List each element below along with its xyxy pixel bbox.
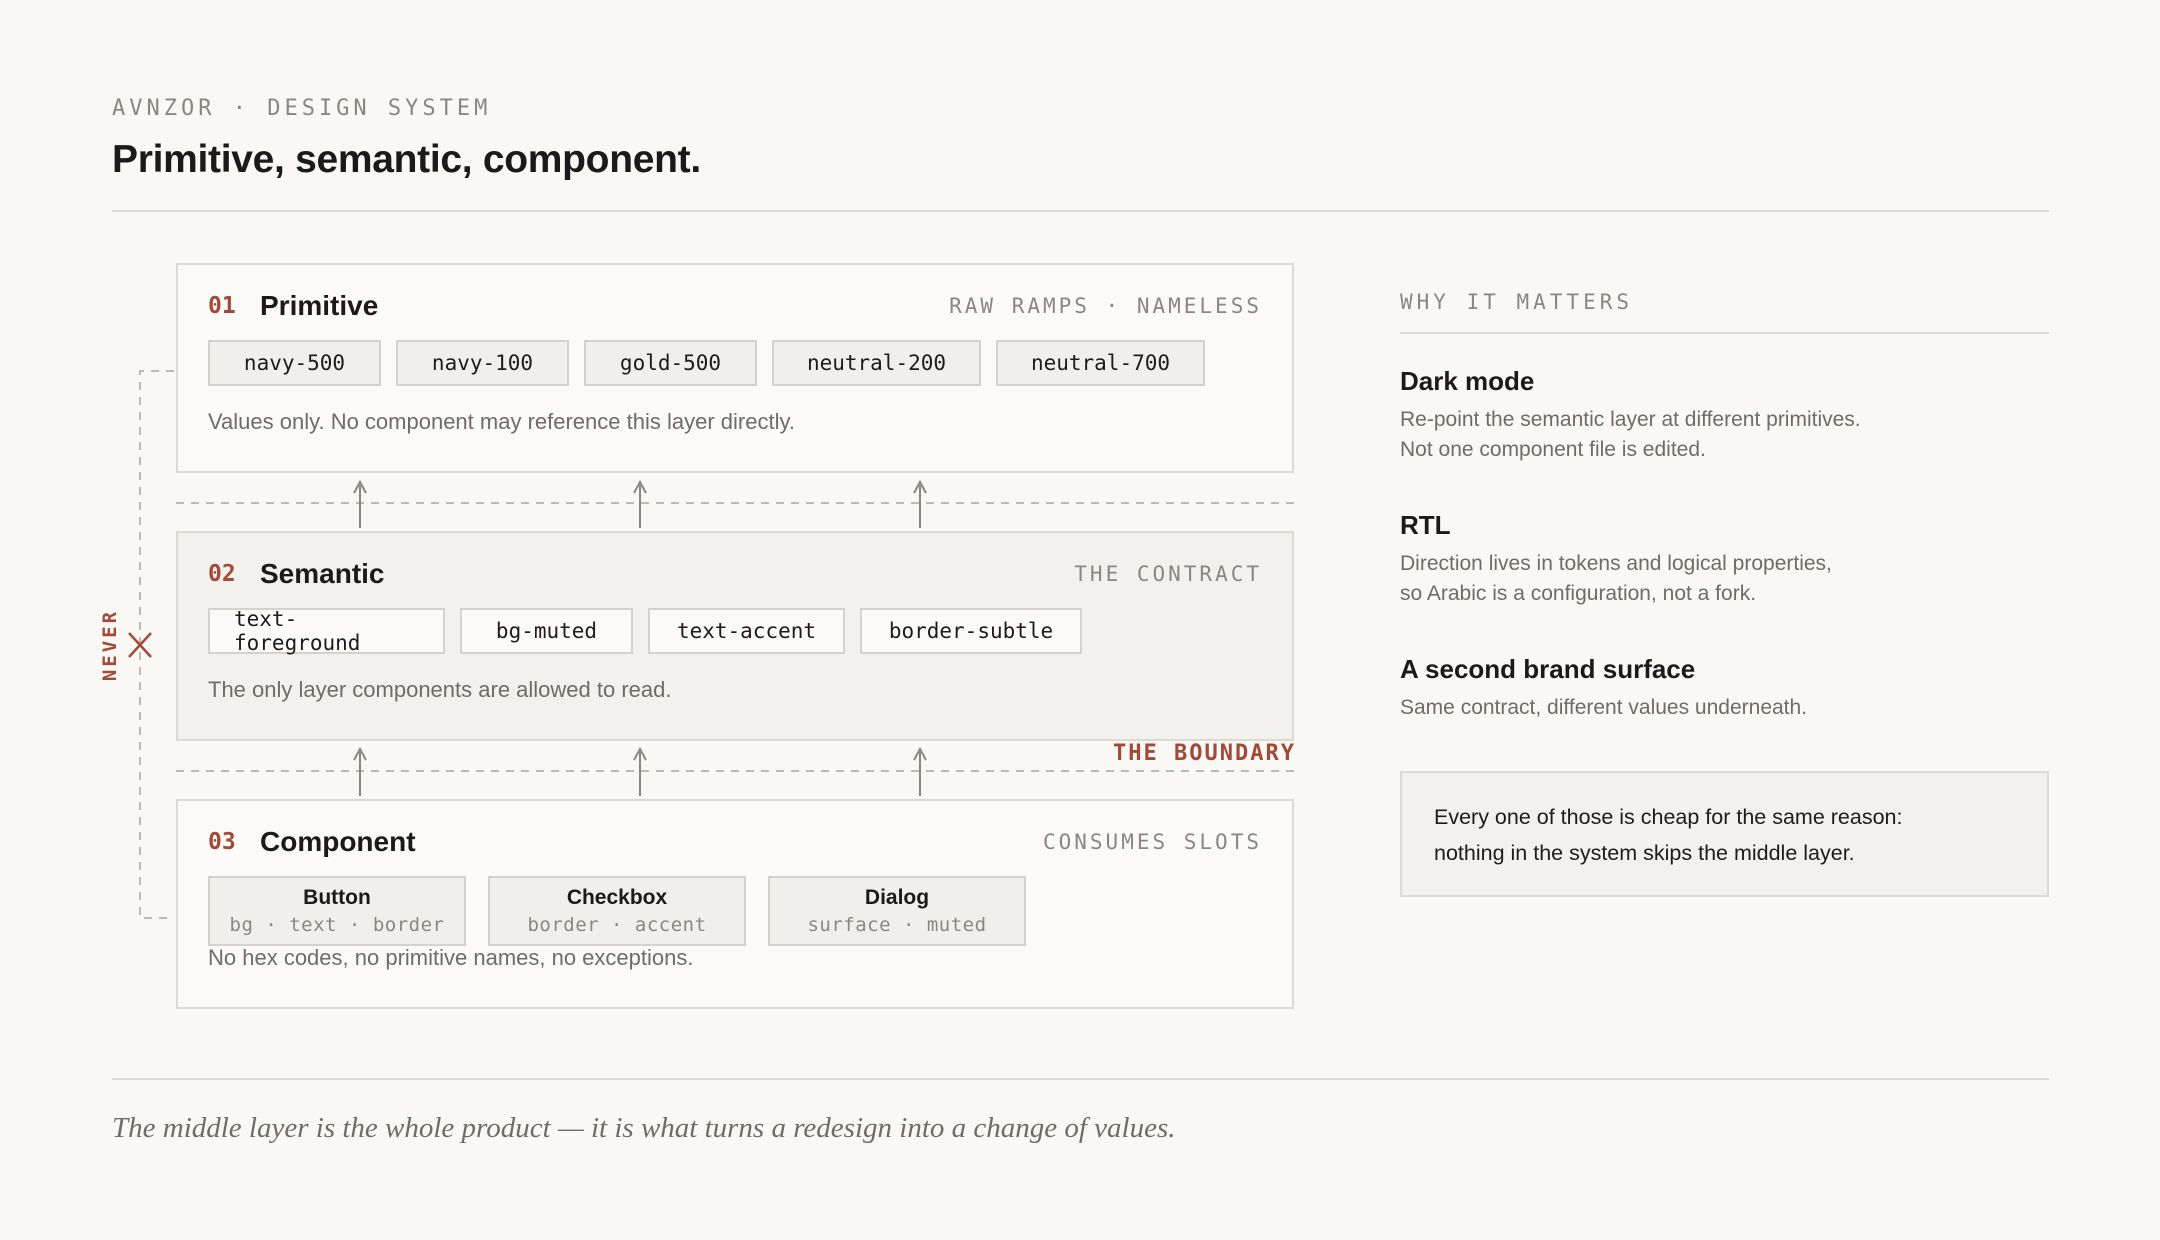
never-bypass-path — [139, 370, 174, 919]
component-chip-dialog: Dialog surface · muted — [768, 876, 1026, 946]
layer-name: Semantic — [260, 558, 385, 589]
arrow-up-icon — [353, 746, 367, 796]
component-slots: border · accent — [527, 914, 707, 936]
arrow-up-icon — [353, 479, 367, 528]
component-slots: surface · muted — [807, 914, 987, 936]
component-layer: 03 Component CONSUMES SLOTS Button bg · … — [176, 799, 1294, 1009]
layer-note: The only layer components are allowed to… — [208, 677, 672, 702]
layer-note: Values only. No component may reference … — [208, 409, 795, 434]
token-chip: gold-500 — [584, 340, 757, 386]
arrow-up-icon — [913, 479, 927, 528]
component-name: Dialog — [864, 886, 930, 909]
reason-title: A second brand surface — [1400, 654, 1696, 684]
layer-number: 03 — [208, 829, 236, 855]
token-chips: navy-500 navy-100 gold-500 neutral-200 n… — [208, 340, 1205, 386]
token-chip: navy-500 — [208, 340, 381, 386]
reason-body: Re-point the semantic layer at different… — [1400, 408, 1861, 461]
component-name: Button — [303, 886, 371, 909]
sidebar-divider — [1400, 332, 2049, 334]
reason-title: RTL — [1400, 510, 1451, 540]
token-chip: bg-muted — [460, 608, 633, 654]
component-name: Checkbox — [566, 886, 668, 909]
primitive-layer: 01 Primitive RAW RAMPS · NAMELESS navy-5… — [176, 263, 1294, 473]
layer-number: 02 — [208, 561, 236, 587]
component-chips: Button bg · text · border Checkbox borde… — [208, 876, 1026, 946]
component-chip-checkbox: Checkbox border · accent — [488, 876, 746, 946]
reason-item: RTL Direction lives in tokens and logica… — [1400, 510, 2049, 609]
layer-tag: CONSUMES SLOTS — [1042, 830, 1262, 854]
semantic-layer: 02 Semantic THE CONTRACT text-foreground… — [176, 531, 1294, 741]
reason-title: Dark mode — [1400, 366, 1535, 396]
arrow-up-icon — [633, 479, 647, 528]
boundary-label: THE BOUNDARY — [1113, 741, 1296, 766]
reason-body: Direction lives in tokens and logical pr… — [1400, 552, 1832, 605]
arrow-up-icon — [913, 746, 927, 796]
footer-divider — [112, 1078, 2049, 1080]
reason-item: A second brand surface Same contract, di… — [1400, 654, 2049, 723]
token-chip: navy-100 — [396, 340, 569, 386]
token-chips: text-foreground bg-muted text-accent bor… — [208, 607, 1082, 655]
layer-number: 01 — [208, 293, 236, 319]
layer-name: Component — [260, 826, 416, 857]
why-it-matters-panel: WHY IT MATTERS Dark mode Re-point the se… — [1400, 290, 2049, 723]
component-slots: bg · text · border — [229, 914, 445, 936]
callout-box: Every one of those is cheap for the same… — [1400, 771, 2049, 897]
layer-tag: RAW RAMPS · NAMELESS — [949, 294, 1262, 318]
component-chip-button: Button bg · text · border — [208, 876, 466, 946]
layer-name: Primitive — [260, 290, 379, 321]
layer-tag: THE CONTRACT — [1074, 562, 1262, 586]
never-label: NEVER — [99, 608, 121, 682]
token-chip: text-accent — [648, 608, 845, 654]
arrow-up-icon — [633, 746, 647, 796]
layer-note: No hex codes, no primitive names, no exc… — [208, 945, 694, 970]
token-chip: neutral-700 — [996, 340, 1205, 386]
token-chip: text-foreground — [208, 607, 445, 655]
sidebar-eyebrow: WHY IT MATTERS — [1400, 290, 1634, 314]
reason-item: Dark mode Re-point the semantic layer at… — [1400, 366, 2049, 465]
footer-quote: The middle layer is the whole product — … — [112, 1112, 1176, 1144]
reason-body: Same contract, different values undernea… — [1400, 696, 1808, 719]
token-chip: neutral-200 — [772, 340, 981, 386]
token-chip: border-subtle — [860, 608, 1082, 654]
